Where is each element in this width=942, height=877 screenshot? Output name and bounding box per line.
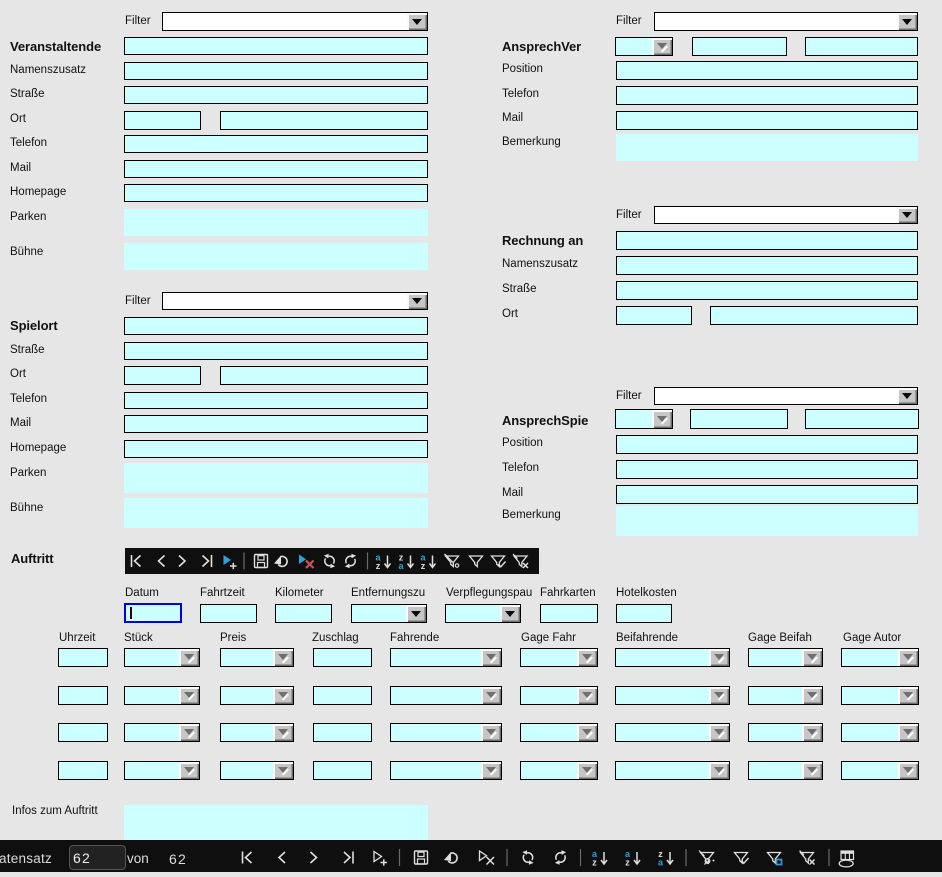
svg-text:z: z <box>625 858 630 868</box>
svg-text:z: z <box>592 858 597 868</box>
svg-text:a: a <box>658 858 664 868</box>
svg-text:z: z <box>376 561 381 571</box>
svg-text:a: a <box>398 561 404 571</box>
svg-text:z: z <box>421 561 426 571</box>
